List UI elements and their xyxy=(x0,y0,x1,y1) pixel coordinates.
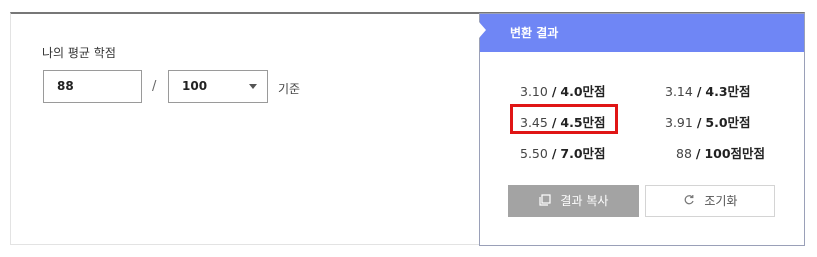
result-row-5-0: 3.91 / 5.0만점 xyxy=(665,112,751,131)
copy-result-label: 결과 복사 xyxy=(560,194,609,208)
chevron-down-icon xyxy=(249,84,257,89)
result-sep: / xyxy=(695,146,701,161)
result-value: 88 xyxy=(676,146,692,161)
reset-button[interactable]: 조기화 xyxy=(645,185,775,217)
result-sep: / xyxy=(551,84,557,99)
basis-label: 기준 xyxy=(278,82,301,96)
result-sep: / xyxy=(551,146,557,161)
highlight-box xyxy=(510,104,618,134)
score-input[interactable]: 88 xyxy=(43,70,142,103)
copy-icon xyxy=(538,186,551,218)
score-input-value: 88 xyxy=(57,79,74,93)
result-row-7-0: 5.50 / 7.0만점 xyxy=(520,143,606,162)
result-value: 3.91 xyxy=(665,115,693,130)
result-row-4-3: 3.14 / 4.3만점 xyxy=(665,81,751,100)
header-notch xyxy=(479,22,486,38)
result-value: 3.14 xyxy=(665,84,693,99)
result-scale: 4.3만점 xyxy=(705,84,751,99)
scale-select-value: 100 xyxy=(182,79,208,93)
slash-separator: / xyxy=(152,79,157,94)
result-row-100: 88 / 100점만점 xyxy=(676,143,765,162)
scale-select[interactable]: 100 xyxy=(168,70,268,103)
result-row-4-0: 3.10 / 4.0만점 xyxy=(520,81,606,100)
result-value: 3.10 xyxy=(520,84,548,99)
result-sep: / xyxy=(696,115,702,130)
result-sep: / xyxy=(696,84,702,99)
reset-label: 조기화 xyxy=(704,194,738,208)
result-scale: 7.0만점 xyxy=(560,146,606,161)
result-header: 변환 결과 xyxy=(479,14,804,52)
refresh-icon xyxy=(683,187,695,217)
result-title: 변환 결과 xyxy=(510,26,559,40)
result-value: 5.50 xyxy=(520,146,548,161)
result-scale: 5.0만점 xyxy=(705,115,751,130)
result-scale: 100점만점 xyxy=(704,146,766,161)
copy-result-button[interactable]: 결과 복사 xyxy=(508,185,639,217)
result-scale: 4.0만점 xyxy=(560,84,606,99)
average-grade-label: 나의 평균 학점 xyxy=(42,46,116,60)
